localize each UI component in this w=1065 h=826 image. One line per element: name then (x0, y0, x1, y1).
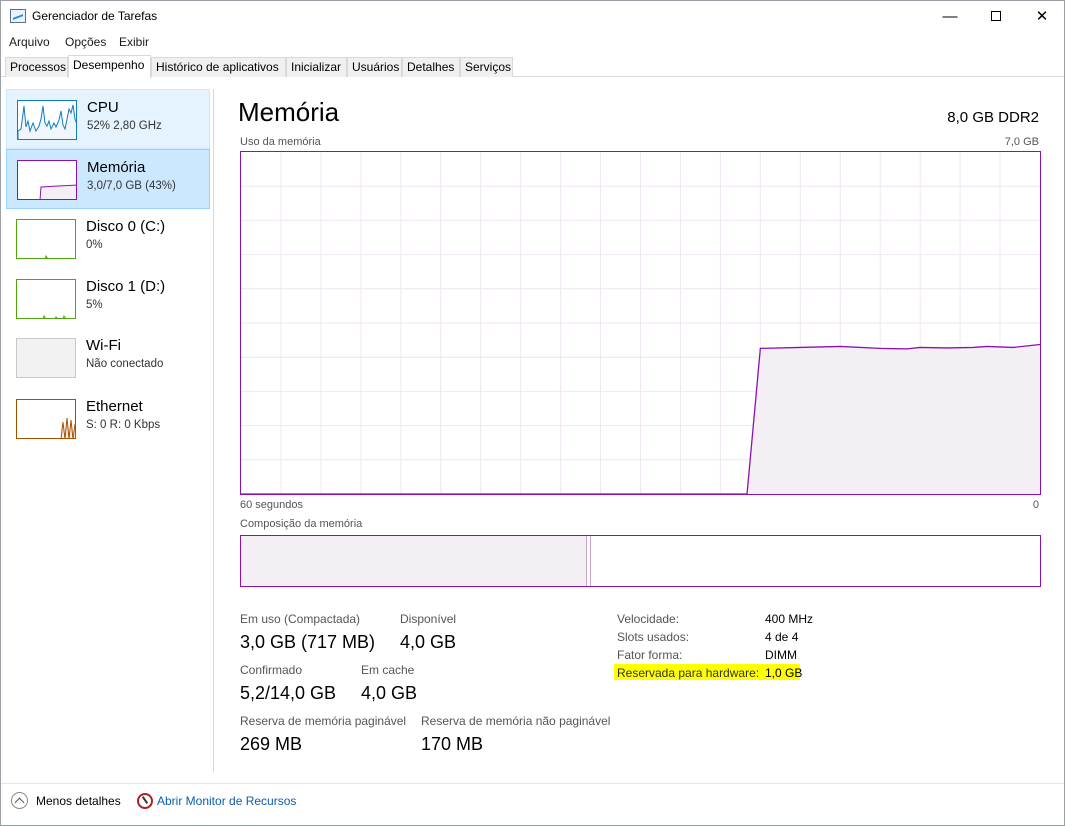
composition-in-use (241, 536, 587, 586)
memory-spec: 8,0 GB DDR2 (947, 109, 1039, 126)
sidebar-item-label: Wi-Fi (86, 337, 121, 354)
sidebar-item-disco0[interactable]: Disco 0 (C:) 0% (6, 209, 210, 269)
tab-historico[interactable]: Histórico de aplicativos (151, 57, 286, 77)
chevron-up-icon[interactable] (11, 792, 28, 809)
sidebar-item-disco1[interactable]: Disco 1 (D:) 5% (6, 269, 210, 329)
open-resource-monitor-link[interactable]: Abrir Monitor de Recursos (157, 794, 296, 808)
cached-value: 4,0 GB (361, 683, 418, 703)
sidebar-item-sub: 3,0/7,0 GB (43%) (87, 180, 176, 192)
form-factor-value: DIMM (765, 648, 797, 662)
memory-usage-point (799, 346, 801, 349)
footer: Menos detalhes Abrir Monitor de Recursos (1, 783, 1064, 815)
usage-chart-max: 7,0 GB (1004, 136, 1039, 148)
disk-graph-icon (16, 279, 76, 319)
chart-time-right: 0 (1032, 499, 1039, 511)
memory-usage-point (986, 345, 988, 348)
tab-bar: Processos Desempenho Histórico de aplica… (1, 55, 1064, 78)
chart-time-left: 60 segundos (240, 499, 303, 511)
sidebar-item-label: Disco 1 (D:) (86, 278, 166, 295)
menu-arquivo[interactable]: Arquivo (9, 35, 50, 49)
page-title: Memória (238, 97, 340, 127)
fewer-details-button[interactable]: Menos detalhes (36, 794, 121, 808)
title-bar[interactable]: Gerenciador de Tarefas — ✕ (1, 1, 1064, 32)
task-manager-window: Gerenciador de Tarefas — ✕ Arquivo Opçõe… (0, 0, 1065, 826)
in-use-value: 3,0 GB (717 MB) (240, 632, 376, 652)
paged-pool-label: Reserva de memória paginável (240, 714, 407, 728)
menu-opcoes[interactable]: Opções (65, 35, 106, 49)
wifi-graph-icon (16, 338, 76, 378)
disk-graph-icon (16, 219, 76, 259)
usage-chart-label: Uso da memória (240, 136, 321, 148)
speed-label: Velocidade: (617, 612, 680, 626)
sidebar-divider (213, 89, 214, 772)
available-value: 4,0 GB (400, 632, 457, 652)
hardware-reserved-label: Reservada para hardware: (617, 666, 760, 680)
sidebar-item-label: Memória (87, 159, 146, 176)
sidebar-item-sub: S: 0 R: 0 Kbps (86, 419, 161, 431)
ethernet-graph-icon (16, 399, 76, 439)
memory-usage-point (1012, 346, 1014, 349)
sidebar-item-cpu[interactable]: CPU 52% 2,80 GHz (6, 89, 210, 149)
tab-processos[interactable]: Processos (5, 57, 68, 77)
memory-usage-point (946, 347, 948, 349)
sidebar-item-sub: 5% (86, 299, 103, 311)
task-manager-icon (10, 9, 26, 23)
composition-label: Composição da memória (240, 518, 363, 530)
memory-graph-icon (17, 160, 77, 200)
memory-usage-chart (240, 151, 1041, 495)
close-button[interactable]: ✕ (1019, 1, 1065, 32)
tab-detalhes[interactable]: Detalhes (402, 57, 460, 77)
cached-label: Em cache (361, 663, 415, 677)
speed-value: 400 MHz (765, 612, 814, 626)
cpu-graph-icon (17, 100, 77, 140)
composition-modified (587, 536, 591, 586)
menu-bar: Arquivo Opções Exibir (1, 32, 1064, 52)
available-label: Disponível (400, 612, 457, 626)
memory-usage-point (972, 346, 975, 349)
slots-value: 4 de 4 (765, 630, 799, 644)
sidebar-item-sub: 0% (86, 239, 103, 251)
memory-usage-svg (241, 152, 1040, 494)
window-title: Gerenciador de Tarefas (32, 9, 158, 23)
sidebar-item-memoria[interactable]: Memória 3,0/7,0 GB (43%) (6, 149, 210, 209)
sidebar-item-label: CPU (87, 99, 119, 116)
memory-usage-point (879, 347, 881, 350)
hardware-reserved-value: 1,0 GB (765, 666, 803, 680)
sidebar-item-sub: Não conectado (86, 358, 164, 370)
sidebar-item-label: Ethernet (86, 398, 143, 415)
maximize-icon (991, 11, 1001, 22)
maximize-button[interactable] (973, 1, 1019, 32)
memory-usage-point (906, 348, 908, 350)
memory-composition-bar (240, 535, 1041, 587)
menu-exibir[interactable]: Exibir (119, 35, 149, 49)
nonpaged-pool-value: 170 MB (421, 734, 484, 754)
memory-usage-point (759, 347, 761, 350)
in-use-label: Em uso (Compactada) (240, 612, 361, 626)
committed-label: Confirmado (240, 663, 303, 677)
sidebar-item-label: Disco 0 (C:) (86, 218, 166, 235)
tab-usuarios[interactable]: Usuários (347, 57, 402, 77)
paged-pool-value: 269 MB (240, 734, 303, 754)
sidebar-item-sub: 52% 2,80 GHz (87, 120, 162, 132)
tab-servicos[interactable]: Serviços (460, 57, 513, 77)
tab-inicializar[interactable]: Inicializar (286, 57, 347, 77)
slots-label: Slots usados: (617, 630, 690, 644)
minimize-button[interactable]: — (927, 1, 973, 32)
sidebar-item-ethernet[interactable]: Ethernet S: 0 R: 0 Kbps (6, 389, 210, 449)
nonpaged-pool-label: Reserva de memória não paginável (421, 714, 611, 728)
resource-monitor-icon[interactable] (137, 793, 153, 809)
performance-sidebar: CPU 52% 2,80 GHz Memória 3,0/7,0 GB (43%… (6, 88, 211, 788)
sidebar-item-wifi[interactable]: Wi-Fi Não conectado (6, 328, 210, 388)
committed-value: 5,2/14,0 GB (240, 683, 337, 703)
memory-usage-point (839, 345, 841, 348)
form-factor-label: Fator forma: (617, 648, 683, 662)
tab-desempenho[interactable]: Desempenho (68, 55, 151, 78)
memory-usage-point (919, 346, 921, 349)
